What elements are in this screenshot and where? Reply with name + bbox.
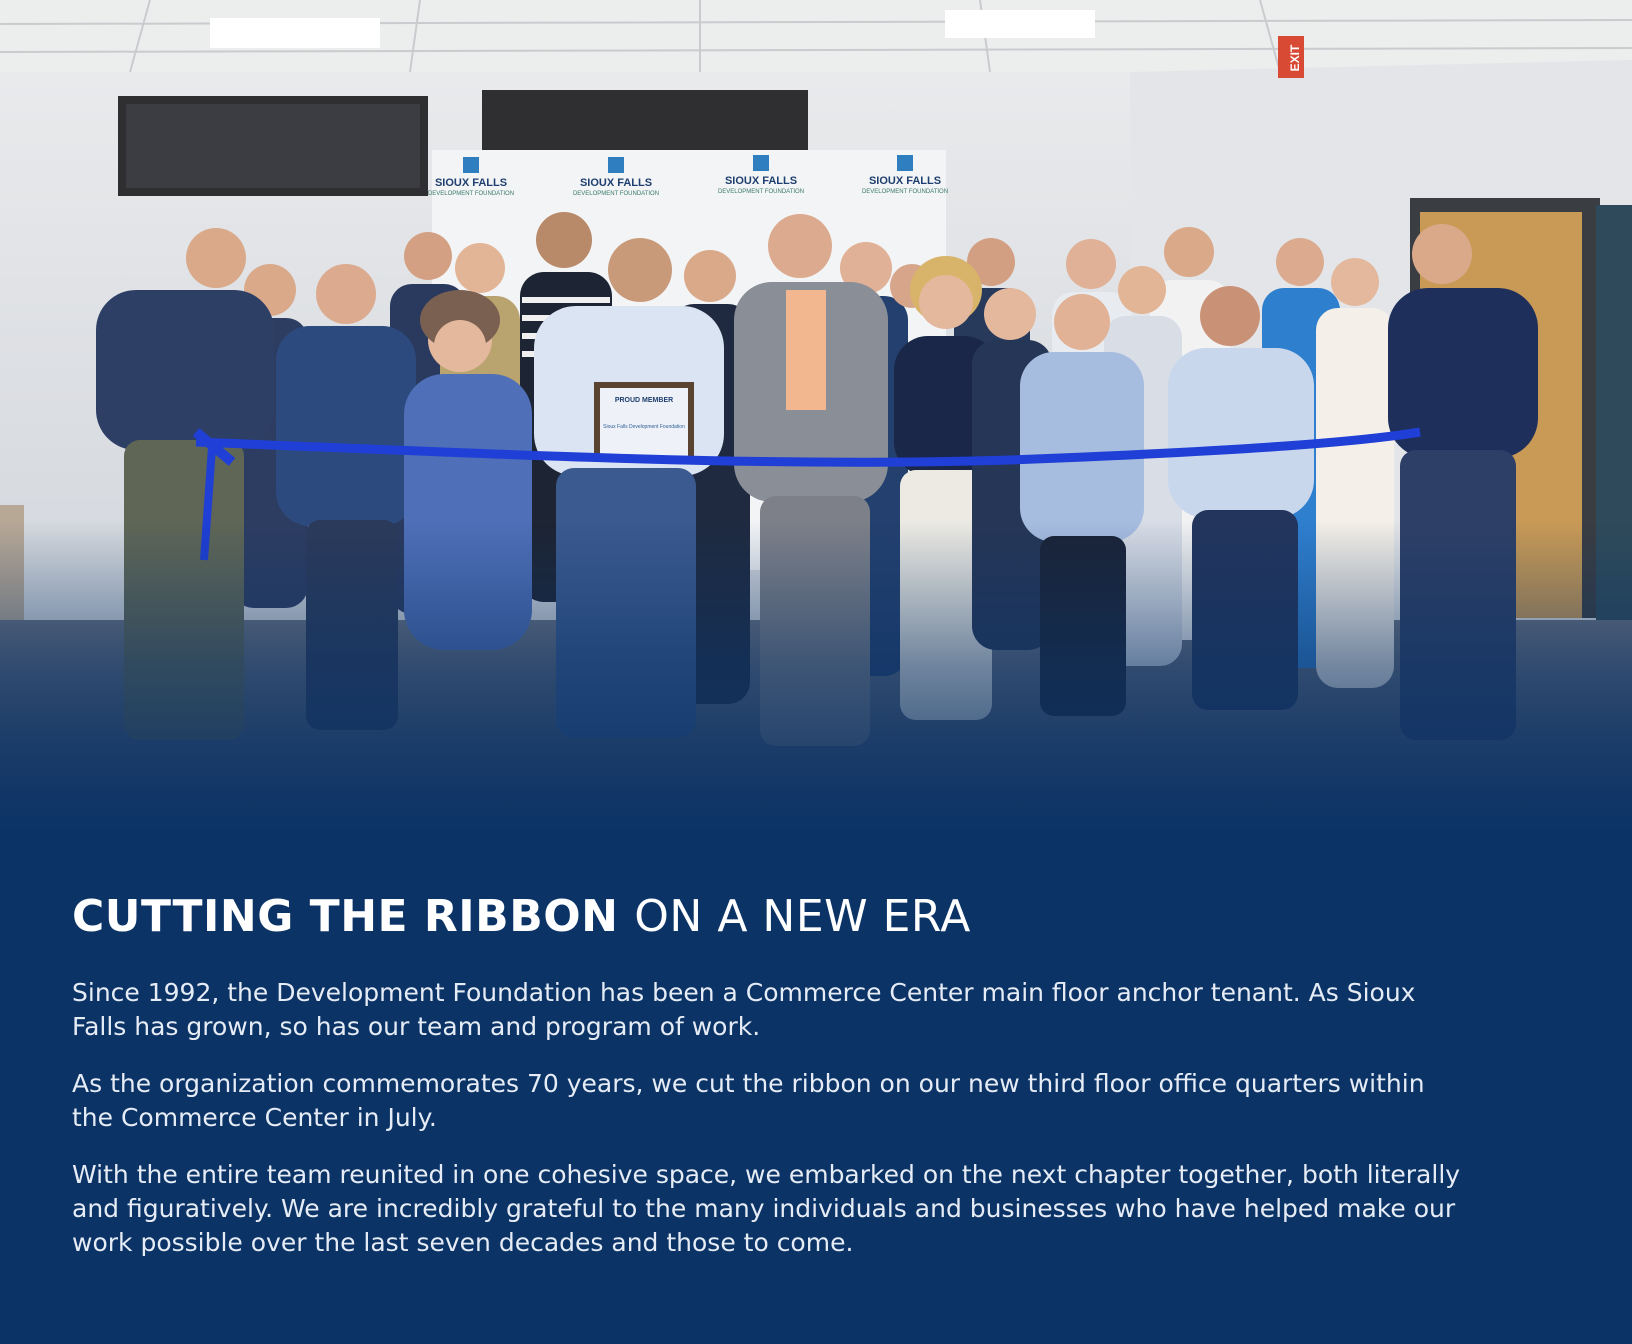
backdrop-logo-subtext: DEVELOPMENT FOUNDATION <box>862 189 948 195</box>
backdrop-logo-text: SIOUX FALLS <box>580 177 652 189</box>
paragraph-new-office: As the organization commemorates 70 year… <box>72 1069 1425 1132</box>
ribbon-cutting-photo: EXIT SIOUX FALLS SIOUX FALLS SIOUX FALLS… <box>0 0 1632 830</box>
backdrop-logo-subtext: DEVELOPMENT FOUNDATION <box>428 191 514 197</box>
title-bold-part: CUTTING THE RIBBON <box>72 891 619 942</box>
photo-fade-overlay <box>0 520 1632 830</box>
certificate-body: Sioux Falls Development Foundation <box>603 424 685 430</box>
backdrop-logo-text: SIOUX FALLS <box>725 175 797 187</box>
backdrop-logo-text: SIOUX FALLS <box>869 175 941 187</box>
paragraph-gratitude: With the entire team reunited in one coh… <box>72 1160 1461 1257</box>
exit-sign-text: EXIT <box>1288 44 1302 71</box>
page: EXIT SIOUX FALLS SIOUX FALLS SIOUX FALLS… <box>0 0 1632 1344</box>
backdrop-logo-text: SIOUX FALLS <box>435 177 507 189</box>
backdrop-logo-subtext: DEVELOPMENT FOUNDATION <box>718 189 804 195</box>
title-light-part: ON A NEW ERA <box>634 891 971 942</box>
certificate-title: PROUD MEMBER <box>615 397 673 404</box>
article-content: CUTTING THE RIBBON ON A NEW ERA Since 19… <box>72 890 1472 1283</box>
page-title: CUTTING THE RIBBON ON A NEW ERA <box>72 890 1472 944</box>
backdrop-logo-subtext: DEVELOPMENT FOUNDATION <box>573 191 659 197</box>
paragraph-history: Since 1992, the Development Foundation h… <box>72 978 1416 1041</box>
